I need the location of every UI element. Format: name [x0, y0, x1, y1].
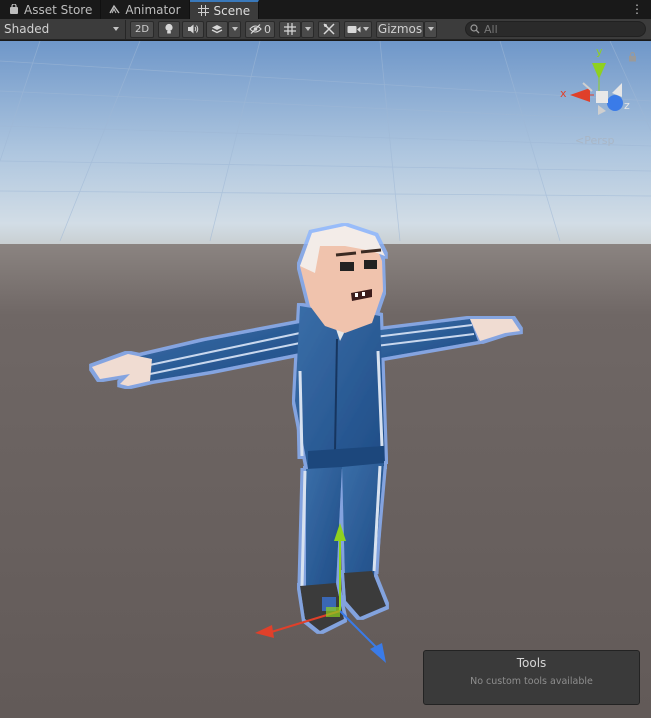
video-camera-icon	[347, 25, 361, 33]
gizmos-button[interactable]: Gizmos	[376, 20, 424, 38]
scene-toolbar: Shaded 2D 0 Gizmos	[0, 19, 651, 40]
effects-toggle-button[interactable]	[206, 20, 228, 38]
grid-icon	[197, 5, 209, 16]
audio-toggle-button[interactable]	[182, 20, 204, 38]
projection-label: Persp	[584, 134, 615, 147]
layers-icon	[211, 24, 223, 33]
tab-scene[interactable]: Scene	[189, 0, 260, 19]
chevron-down-icon	[304, 27, 311, 31]
tab-label: Asset Store	[24, 2, 93, 17]
divider	[125, 19, 126, 39]
tools-overlay-title: Tools	[516, 656, 547, 670]
chevron-down-icon	[427, 27, 434, 31]
eye-slash-icon	[249, 24, 262, 34]
shading-mode-value: Shaded	[4, 22, 50, 36]
chevron-down-icon	[231, 27, 238, 31]
skybox	[0, 41, 651, 244]
axis-label-x: x	[560, 87, 567, 100]
hidden-object-count: 0	[264, 22, 271, 36]
effects-dropdown[interactable]	[228, 20, 241, 38]
tools-overlay-message: No custom tools available	[470, 676, 593, 687]
scene-visibility-button[interactable]: 0	[245, 20, 275, 38]
shading-mode-dropdown[interactable]: Shaded	[0, 20, 123, 39]
chevron-down-icon	[363, 27, 369, 31]
tools-icon	[323, 23, 335, 35]
tab-animator[interactable]: Animator	[101, 0, 190, 19]
tab-label: Scene	[213, 3, 251, 18]
animator-icon	[109, 4, 120, 15]
axis-label-z: z	[624, 99, 630, 112]
more-options-icon[interactable]: ⋮	[631, 2, 643, 16]
speaker-icon	[188, 24, 199, 34]
axis-label-y: y	[596, 45, 603, 58]
tab-label: Animator	[125, 2, 181, 17]
grid-snap-icon	[284, 23, 296, 35]
perspective-icon: <	[575, 134, 585, 147]
scene-render	[0, 41, 651, 718]
projection-toggle[interactable]: <Persp	[575, 134, 614, 147]
2d-toggle-button[interactable]: 2D	[130, 20, 154, 38]
scene-tools-button[interactable]	[318, 20, 340, 38]
scene-search-box[interactable]	[465, 21, 646, 37]
lighting-toggle-button[interactable]	[158, 20, 180, 38]
lightbulb-icon	[165, 23, 173, 34]
lock-icon[interactable]	[628, 51, 637, 65]
search-icon	[470, 24, 480, 34]
2d-label: 2D	[134, 23, 150, 35]
search-input[interactable]	[484, 22, 634, 36]
chevron-down-icon	[113, 27, 119, 31]
tools-overlay-panel: Tools No custom tools available	[423, 650, 640, 705]
editor-tab-bar: Asset Store Animator Scene ⋮	[0, 0, 651, 19]
camera-settings-button[interactable]	[344, 20, 372, 38]
scene-viewport[interactable]: y x z <Persp Tools No custom tools avail…	[0, 41, 651, 718]
gizmos-label: Gizmos	[377, 22, 423, 36]
gizmos-dropdown[interactable]	[424, 20, 437, 38]
grid-dropdown[interactable]	[301, 20, 314, 38]
shopping-bag-icon	[8, 4, 19, 15]
tab-asset-store[interactable]: Asset Store	[0, 0, 102, 19]
grid-toggle-button[interactable]	[279, 20, 301, 38]
